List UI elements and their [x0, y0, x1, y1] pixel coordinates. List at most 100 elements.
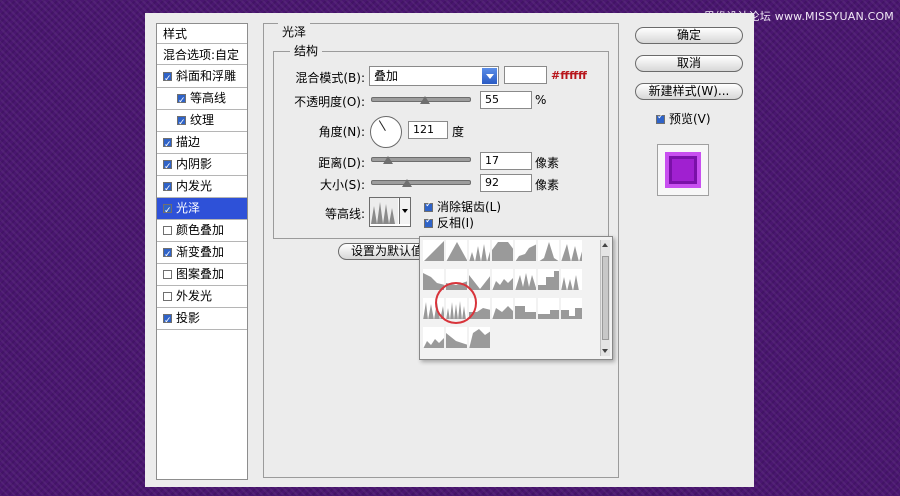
- contour-preset-cone[interactable]: [446, 240, 468, 262]
- style-item-checkbox[interactable]: [163, 245, 172, 266]
- selected-contour-highlight: [435, 282, 477, 324]
- style-item[interactable]: 投影: [157, 308, 247, 332]
- antialias-option[interactable]: 消除锯齿(L): [424, 198, 501, 215]
- styles-list: 样式 混合选项:自定 斜面和浮雕等高线纹理描边内阴影内发光光泽颜色叠加渐变叠加图…: [156, 23, 248, 480]
- style-item-checkbox[interactable]: [177, 113, 186, 134]
- contour-preset-stair[interactable]: [538, 269, 560, 291]
- preview-option[interactable]: 预览(V): [656, 110, 711, 127]
- style-item-label: 内阴影: [176, 157, 213, 171]
- contour-preset-valley[interactable]: [492, 298, 514, 320]
- scroll-down-icon[interactable]: [602, 349, 608, 353]
- style-item[interactable]: 渐变叠加: [157, 242, 247, 266]
- style-item[interactable]: 外发光: [157, 286, 247, 308]
- antialias-label: 消除锯齿(L): [437, 200, 502, 214]
- preview-checkbox[interactable]: [656, 112, 665, 124]
- contour-picker-button[interactable]: [369, 197, 411, 227]
- opacity-slider-thumb[interactable]: [419, 96, 430, 104]
- invert-label: 反相(I): [437, 216, 474, 230]
- contour-preset-peak-left[interactable]: [446, 327, 468, 349]
- contour-label: 等高线:: [324, 207, 365, 221]
- contour-preset-gaussian[interactable]: [538, 240, 560, 262]
- contour-preset-double-ring[interactable]: [515, 269, 537, 291]
- style-item-checkbox[interactable]: [163, 157, 172, 178]
- invert-option[interactable]: 反相(I): [424, 214, 474, 231]
- style-item-checkbox[interactable]: [163, 135, 172, 156]
- style-item-checkbox[interactable]: [163, 201, 172, 222]
- layer-style-dialog: 样式 混合选项:自定 斜面和浮雕等高线纹理描边内阴影内发光光泽颜色叠加渐变叠加图…: [145, 13, 754, 487]
- contour-preset-sawtooth[interactable]: [561, 240, 583, 262]
- contour-preset-notch[interactable]: [515, 298, 537, 320]
- size-input[interactable]: 92: [480, 174, 532, 192]
- style-item-label: 斜面和浮雕: [176, 69, 237, 83]
- style-item-checkbox[interactable]: [163, 270, 172, 279]
- contour-thumbnail-icon: [370, 198, 398, 224]
- style-item-checkbox[interactable]: [163, 292, 172, 301]
- scroll-up-icon[interactable]: [602, 243, 608, 247]
- contour-preset-wave[interactable]: [423, 327, 445, 349]
- style-item-checkbox[interactable]: [163, 179, 172, 200]
- style-item-checkbox[interactable]: [163, 226, 172, 235]
- blend-options-item[interactable]: 混合选项:自定: [157, 45, 247, 65]
- contour-preset-inverse-cone[interactable]: [469, 269, 491, 291]
- angle-dial[interactable]: [370, 116, 402, 148]
- contour-preset-rolling-slope[interactable]: [515, 240, 537, 262]
- structure-title: 结构: [290, 42, 323, 59]
- size-slider[interactable]: [371, 180, 471, 185]
- contour-preset-step-notch[interactable]: [561, 298, 583, 320]
- style-item-label: 颜色叠加: [176, 223, 225, 237]
- contour-preset-hump[interactable]: [469, 327, 491, 349]
- style-item[interactable]: 颜色叠加: [157, 220, 247, 242]
- distance-input[interactable]: 17: [480, 152, 532, 170]
- size-unit: 像素: [535, 178, 560, 192]
- style-item-checkbox[interactable]: [163, 311, 172, 332]
- antialias-checkbox[interactable]: [424, 200, 433, 212]
- picker-scrollbar[interactable]: [600, 240, 610, 356]
- contour-preset-ring[interactable]: [469, 240, 491, 262]
- opacity-input[interactable]: 55: [480, 91, 532, 109]
- contour-preset-half-round[interactable]: [492, 240, 514, 262]
- contour-preset-ring-double[interactable]: [561, 269, 583, 291]
- opacity-unit: %: [535, 93, 547, 107]
- size-label: 大小(S):: [319, 178, 365, 192]
- style-item-label: 投影: [176, 311, 201, 325]
- style-item-label: 图案叠加: [176, 267, 225, 281]
- color-swatch[interactable]: [504, 66, 547, 84]
- opacity-label: 不透明度(O):: [294, 95, 365, 109]
- style-item-checkbox[interactable]: [177, 91, 186, 112]
- distance-label: 距离(D):: [318, 156, 365, 170]
- contour-preset-linear[interactable]: [423, 240, 445, 262]
- style-item[interactable]: 内发光: [157, 176, 247, 200]
- new-style-button[interactable]: 新建样式(W)...: [635, 83, 743, 100]
- contour-dropdown-arrow[interactable]: [399, 198, 410, 224]
- contour-preset-low-notch[interactable]: [538, 298, 560, 320]
- angle-dial-needle: [378, 120, 386, 131]
- style-item[interactable]: 图案叠加: [157, 264, 247, 286]
- angle-label: 角度(N):: [318, 125, 365, 139]
- invert-checkbox[interactable]: [424, 216, 433, 228]
- style-item-label: 渐变叠加: [176, 245, 225, 259]
- blend-mode-label: 混合模式(B):: [295, 71, 365, 85]
- angle-input[interactable]: 121: [408, 121, 448, 139]
- blend-mode-select[interactable]: 叠加: [369, 66, 499, 86]
- style-item[interactable]: 斜面和浮雕: [157, 66, 247, 90]
- dropdown-arrow-icon[interactable]: [482, 68, 497, 84]
- scroll-thumb[interactable]: [602, 256, 609, 340]
- satin-title: 光泽: [278, 23, 311, 40]
- style-item[interactable]: 纹理: [157, 110, 247, 134]
- cancel-button[interactable]: 取消: [635, 55, 743, 72]
- style-item-label: 内发光: [176, 179, 213, 193]
- style-item[interactable]: 等高线: [157, 88, 247, 112]
- style-item[interactable]: 描边: [157, 132, 247, 156]
- style-item-checkbox[interactable]: [163, 69, 172, 90]
- size-slider-thumb[interactable]: [402, 179, 413, 187]
- ok-button[interactable]: 确定: [635, 27, 743, 44]
- contour-preset-bumps[interactable]: [492, 269, 514, 291]
- style-item-label: 描边: [176, 135, 201, 149]
- style-item-label: 光泽: [176, 201, 201, 215]
- styles-header[interactable]: 样式: [157, 24, 247, 44]
- distance-slider-thumb[interactable]: [382, 156, 393, 164]
- preview-label: 预览(V): [669, 112, 711, 126]
- style-item[interactable]: 内阴影: [157, 154, 247, 178]
- blend-mode-value: 叠加: [374, 69, 399, 83]
- style-item[interactable]: 光泽: [157, 198, 247, 222]
